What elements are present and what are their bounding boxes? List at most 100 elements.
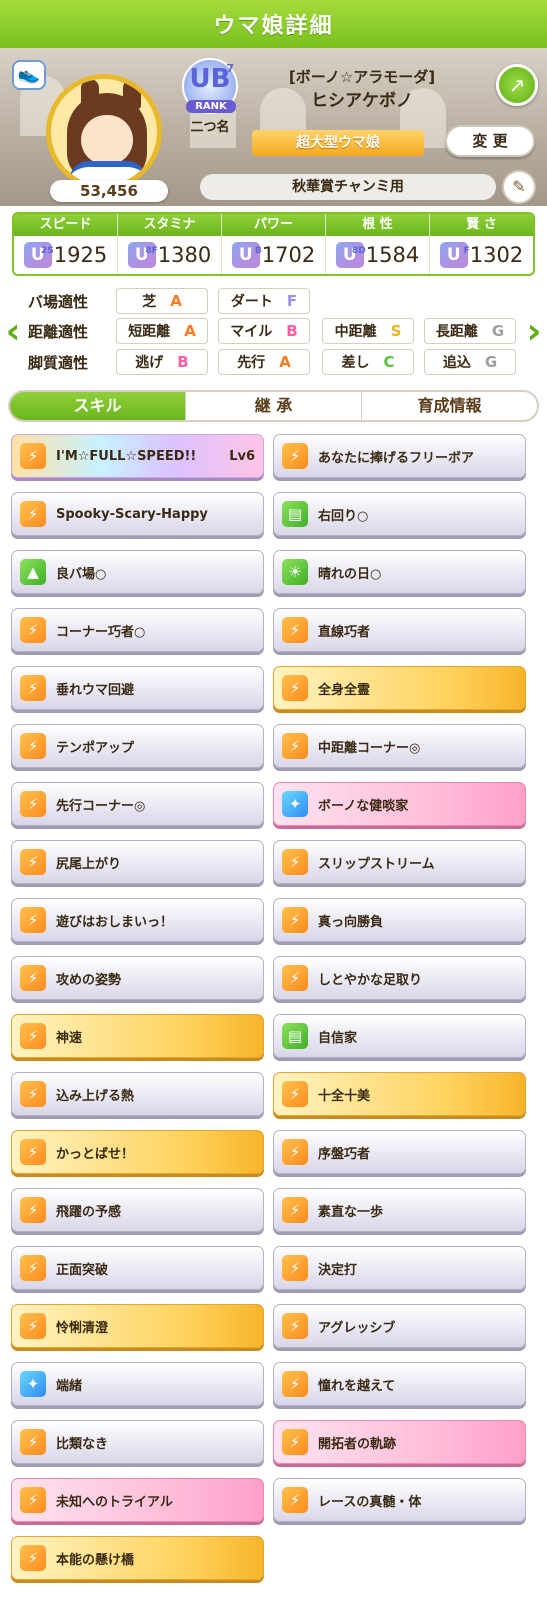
skill-item[interactable]: ⚡ レースの真髄・体 [273,1478,526,1522]
skill-item[interactable]: ⚡ 直線巧者 [273,608,526,652]
speed-skill-icon: ⚡ [20,443,46,469]
stat-power: パワー U B 1702 [222,214,326,274]
grade-badge-icon: U 2S [23,242,54,268]
skill-item[interactable]: ⚡ Spooky-Scary-Happy [11,492,264,536]
skill-item[interactable]: ⚡ 未知へのトライアル [11,1478,264,1522]
speed-skill-icon: ⚡ [20,791,46,817]
course-skill-icon: ▤ [282,501,308,527]
aptitude-chip: 長距離 G [424,318,516,344]
skill-item[interactable]: ⚡ スリップストリーム [273,840,526,884]
skill-item[interactable]: ⚡ 決定打 [273,1246,526,1290]
pencil-icon[interactable]: ✎ [502,170,536,204]
stat-label: スタミナ [118,214,221,236]
memo-field[interactable]: 秋華賞チャンミ用 [200,174,496,200]
skill-item[interactable]: ☀ 晴れの日○ [273,550,526,594]
character-portrait[interactable] [46,74,162,190]
stat-label: スピード [14,214,117,236]
sparkle-skill-icon: ✦ [20,1371,46,1397]
skill-item[interactable]: ▲ 良バ場○ [11,550,264,594]
skill-level: Lv6 [229,448,255,464]
skill-item[interactable]: ⚡ 攻めの姿勢 [11,956,264,1000]
course-skill-icon: ▤ [282,1023,308,1049]
speed-skill-icon: ⚡ [20,501,46,527]
skill-item[interactable]: ⚡ 真っ向勝負 [273,898,526,942]
aptitude-row-distance: 距離適性 [28,318,114,344]
nickname[interactable]: 二つ名 [180,116,240,135]
skill-item[interactable]: ⚡ 込み上げる熱 [11,1072,264,1116]
speed-skill-icon: ⚡ [20,1255,46,1281]
speed-skill-icon: ⚡ [20,1197,46,1223]
tab-training-info[interactable]: 育成情報 [362,392,537,420]
skill-item[interactable]: ⚡ 神速 [11,1014,264,1058]
speed-skill-icon: ⚡ [282,849,308,875]
skill-item[interactable]: ⚡ かっとばせ！ [11,1130,264,1174]
skill-item[interactable]: ⚡ 遊びはおしまいっ！ [11,898,264,942]
speed-skill-icon: ⚡ [20,675,46,701]
page-title: ウマ娘詳細 [213,14,334,39]
speed-skill-icon: ⚡ [282,1313,308,1339]
skill-item[interactable]: ⚡ 十全十美 [273,1072,526,1116]
speed-skill-icon: ⚡ [20,1487,46,1513]
skill-item[interactable]: ⚡ I'M☆FULL☆SPEED!! Lv6 [11,434,264,478]
skill-item[interactable]: ✦ ボーノな健啖家 [273,782,526,826]
stat-speed: スピード U 2S 1925 [14,214,118,274]
change-button[interactable]: 変 更 [445,125,535,157]
tab-inheritance[interactable]: 継 承 [186,392,362,420]
skill-item[interactable]: ⚡ 憧れを越えて [273,1362,526,1406]
stat-value: 1584 [365,243,420,267]
skill-item[interactable]: ⚡ 素直な一歩 [273,1188,526,1232]
stat-label: パワー [222,214,325,236]
speed-skill-icon: ⚡ [282,1197,308,1223]
skill-item[interactable]: ⚡ 比類なき [11,1420,264,1464]
speed-skill-icon: ⚡ [20,1081,46,1107]
speed-skill-icon: ⚡ [20,1313,46,1339]
shoe-icon[interactable]: 👟 [12,60,46,90]
skill-item[interactable]: ⚡ 序盤巧者 [273,1130,526,1174]
stat-label: 根 性 [326,214,429,236]
speed-skill-icon: ⚡ [282,1255,308,1281]
grade-badge-icon: U 8D [335,242,366,268]
skill-item[interactable]: ⚡ 本能の懸け橋 [11,1536,264,1580]
skill-item[interactable]: ✦ 端緒 [11,1362,264,1406]
epithet: [ボーノ☆アラモーダ] [288,68,436,86]
skill-item[interactable]: ⚡ アグレッシブ [273,1304,526,1348]
speed-skill-icon: ⚡ [20,907,46,933]
rank-label: RANK [186,100,236,113]
aptitude-chip: 芝A [116,288,208,314]
skill-item[interactable]: ⚡ 垂れウマ回避 [11,666,264,710]
chevron-right-icon[interactable]: › [521,312,547,352]
skill-item[interactable]: ⚡ 中距離コーナー◎ [273,724,526,768]
skill-item[interactable]: ⚡ 全身全霊 [273,666,526,710]
stat-guts: 根 性 U 8D 1584 [326,214,430,274]
share-icon[interactable]: ↗ [496,64,538,106]
tab-skills[interactable]: スキル [10,392,186,420]
skill-item[interactable]: ⚡ 飛躍の予感 [11,1188,264,1232]
stats-table: スピード U 2S 1925 スタミナ U 8F 1380 パワー U B 1702 根 性… [12,212,535,276]
aptitude-chip: ダート F [218,288,310,314]
fan-count: 53,456 [50,180,168,202]
speed-skill-icon: ⚡ [20,965,46,991]
character-name: ヒシアケボノ [311,91,413,111]
skill-item[interactable]: ⚡ しとやかな足取り [273,956,526,1000]
chevron-left-icon[interactable]: ‹ [0,312,26,352]
skill-item[interactable]: ▤ 右回り○ [273,492,526,536]
skill-item[interactable]: ⚡ 先行コーナー◎ [11,782,264,826]
speed-skill-icon: ⚡ [20,733,46,759]
skill-item[interactable]: ⚡ テンポアップ [11,724,264,768]
skill-item[interactable]: ⚡ あなたに捧げるフリーボア [273,434,526,478]
speed-skill-icon: ⚡ [20,617,46,643]
skill-item[interactable]: ⚡ 尻尾上がり [11,840,264,884]
skill-item[interactable]: ⚡ コーナー巧者○ [11,608,264,652]
skill-item[interactable]: ⚡ 開拓者の軌跡 [273,1420,526,1464]
skill-item[interactable]: ⚡ 正面突破 [11,1246,264,1290]
speed-skill-icon: ⚡ [282,443,308,469]
face-shape [81,115,133,165]
speed-skill-icon: ⚡ [20,849,46,875]
skill-item[interactable]: ⚡ 怜悧清澄 [11,1304,264,1348]
speed-skill-icon: ⚡ [282,1487,308,1513]
aptitude-label: バ場適性 [28,292,89,311]
aptitude-row-track: バ場適性 [28,288,114,314]
speed-skill-icon: ⚡ [282,1139,308,1165]
skill-item[interactable]: ▤ 自信家 [273,1014,526,1058]
speed-skill-icon: ⚡ [20,1545,46,1571]
